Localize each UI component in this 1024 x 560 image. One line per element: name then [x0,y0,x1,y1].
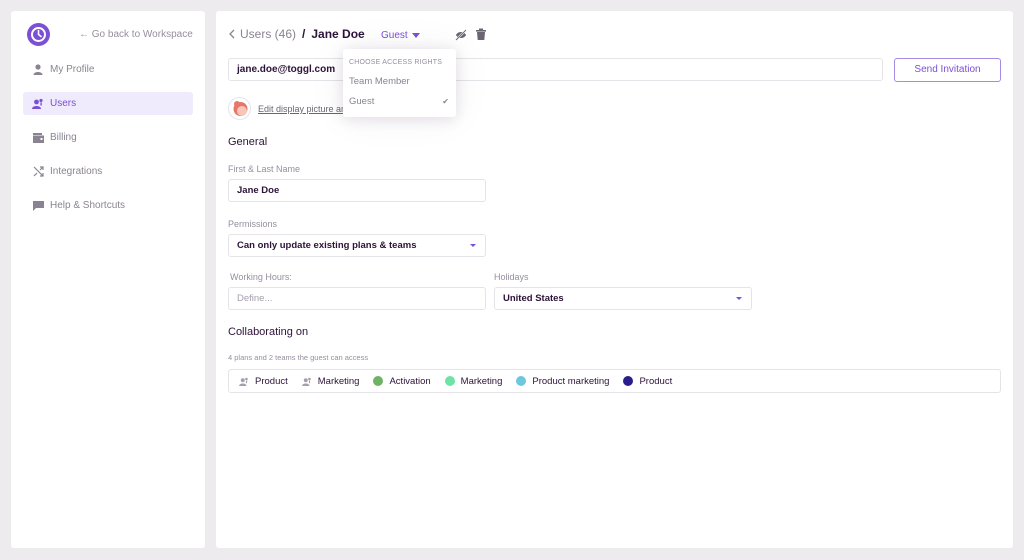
sidebar-item-integrations[interactable]: Integrations [23,160,193,183]
name-label: First & Last Name [228,164,301,174]
plan-chip[interactable]: Product marketing [516,376,609,387]
sidebar-item-label: Help & Shortcuts [50,200,126,211]
collaborating-list[interactable]: Product Marketing Activation Marketing P… [228,369,1001,393]
plan-chip[interactable]: Product [623,376,672,387]
working-hours-label: Working Hours: [230,272,292,282]
role-dropdown-toggle[interactable]: Guest [381,30,420,41]
back-to-users-link[interactable]: Users (46) [228,27,296,41]
trash-icon[interactable] [475,28,489,42]
wallet-icon [32,132,44,144]
general-section-title: General [228,136,268,148]
toggl-logo[interactable] [27,23,50,46]
dropdown-header: CHOOSE ACCESS RIGHTS [349,59,443,66]
role-label: Guest [381,30,408,41]
sidebar-item-help-shortcuts[interactable]: Help & Shortcuts [23,194,193,217]
caret-down-icon [736,297,742,300]
hide-icon[interactable] [454,28,468,42]
sidebar-nav: My Profile Users Billing Integrations He… [23,58,193,228]
team-icon [239,377,249,386]
sidebar-item-my-profile[interactable]: My Profile [23,58,193,81]
caret-down-icon [411,33,420,38]
chip-label: Activation [389,375,431,387]
access-rights-dropdown: CHOOSE ACCESS RIGHTS Team Member Guest ✔ [343,49,456,117]
permissions-select[interactable]: Can only update existing plans & teams [228,234,486,257]
users-count-label: Users (46) [240,27,297,41]
person-icon [32,64,44,76]
check-icon: ✔ [442,97,449,106]
permissions-label: Permissions [228,219,278,229]
plan-color-dot [516,376,527,386]
name-field[interactable]: Jane Doe [228,179,486,202]
chip-label: Product marketing [532,375,610,387]
plan-color-dot [373,376,384,386]
option-guest[interactable]: Guest ✔ [343,93,456,111]
caret-down-icon [470,244,476,247]
option-team-member[interactable]: Team Member [343,73,456,91]
plan-chip[interactable]: Marketing [444,375,503,387]
chat-icon [32,200,44,212]
chip-label: Marketing [317,375,360,387]
permissions-value: Can only update existing plans & teams [237,240,417,251]
sidebar-item-label: Users [50,98,77,109]
team-icon [301,377,312,386]
shuffle-icon [32,166,44,178]
email-field[interactable]: jane.doe@toggl.com [228,58,883,81]
holidays-value: United States [503,293,564,304]
collaborating-hint: 4 plans and 2 teams the guest can access [228,353,369,362]
chip-label: Product [639,375,673,387]
sidebar-item-billing[interactable]: Billing [23,126,193,149]
team-chip[interactable]: Product [239,376,288,387]
sidebar-item-label: Billing [50,132,77,143]
user-detail-panel: Users (46) / Jane Doe Guest jane.doe@tog… [216,11,1013,548]
plan-color-dot [623,376,634,386]
option-label: Guest [349,96,375,107]
collaborating-section-title: Collaborating on [228,326,309,338]
sidebar: ← Go back to Workspace My Profile Users … [11,11,205,548]
sidebar-item-label: My Profile [50,64,95,75]
chip-label: Marketing [460,375,503,387]
option-label: Team Member [349,76,410,87]
holidays-select[interactable]: United States [494,287,752,310]
plan-color-dot [444,376,455,386]
user-name-title: Jane Doe [311,27,365,41]
send-invitation-button[interactable]: Send Invitation [894,58,1001,82]
sidebar-item-users[interactable]: Users [23,92,193,115]
chevron-left-icon [229,29,235,39]
team-chip[interactable]: Marketing [301,375,360,387]
plan-chip[interactable]: Activation [373,375,431,387]
breadcrumb: Users (46) / Jane Doe [228,27,365,41]
working-hours-field[interactable]: Define... [228,287,486,310]
holidays-label: Holidays [494,272,529,282]
chip-label: Product [255,375,288,387]
avatar[interactable] [228,97,251,120]
back-to-workspace-link[interactable]: ← Go back to Workspace [79,29,193,40]
sidebar-item-label: Integrations [50,166,103,177]
breadcrumb-separator: / [302,27,306,41]
users-icon [32,98,44,110]
